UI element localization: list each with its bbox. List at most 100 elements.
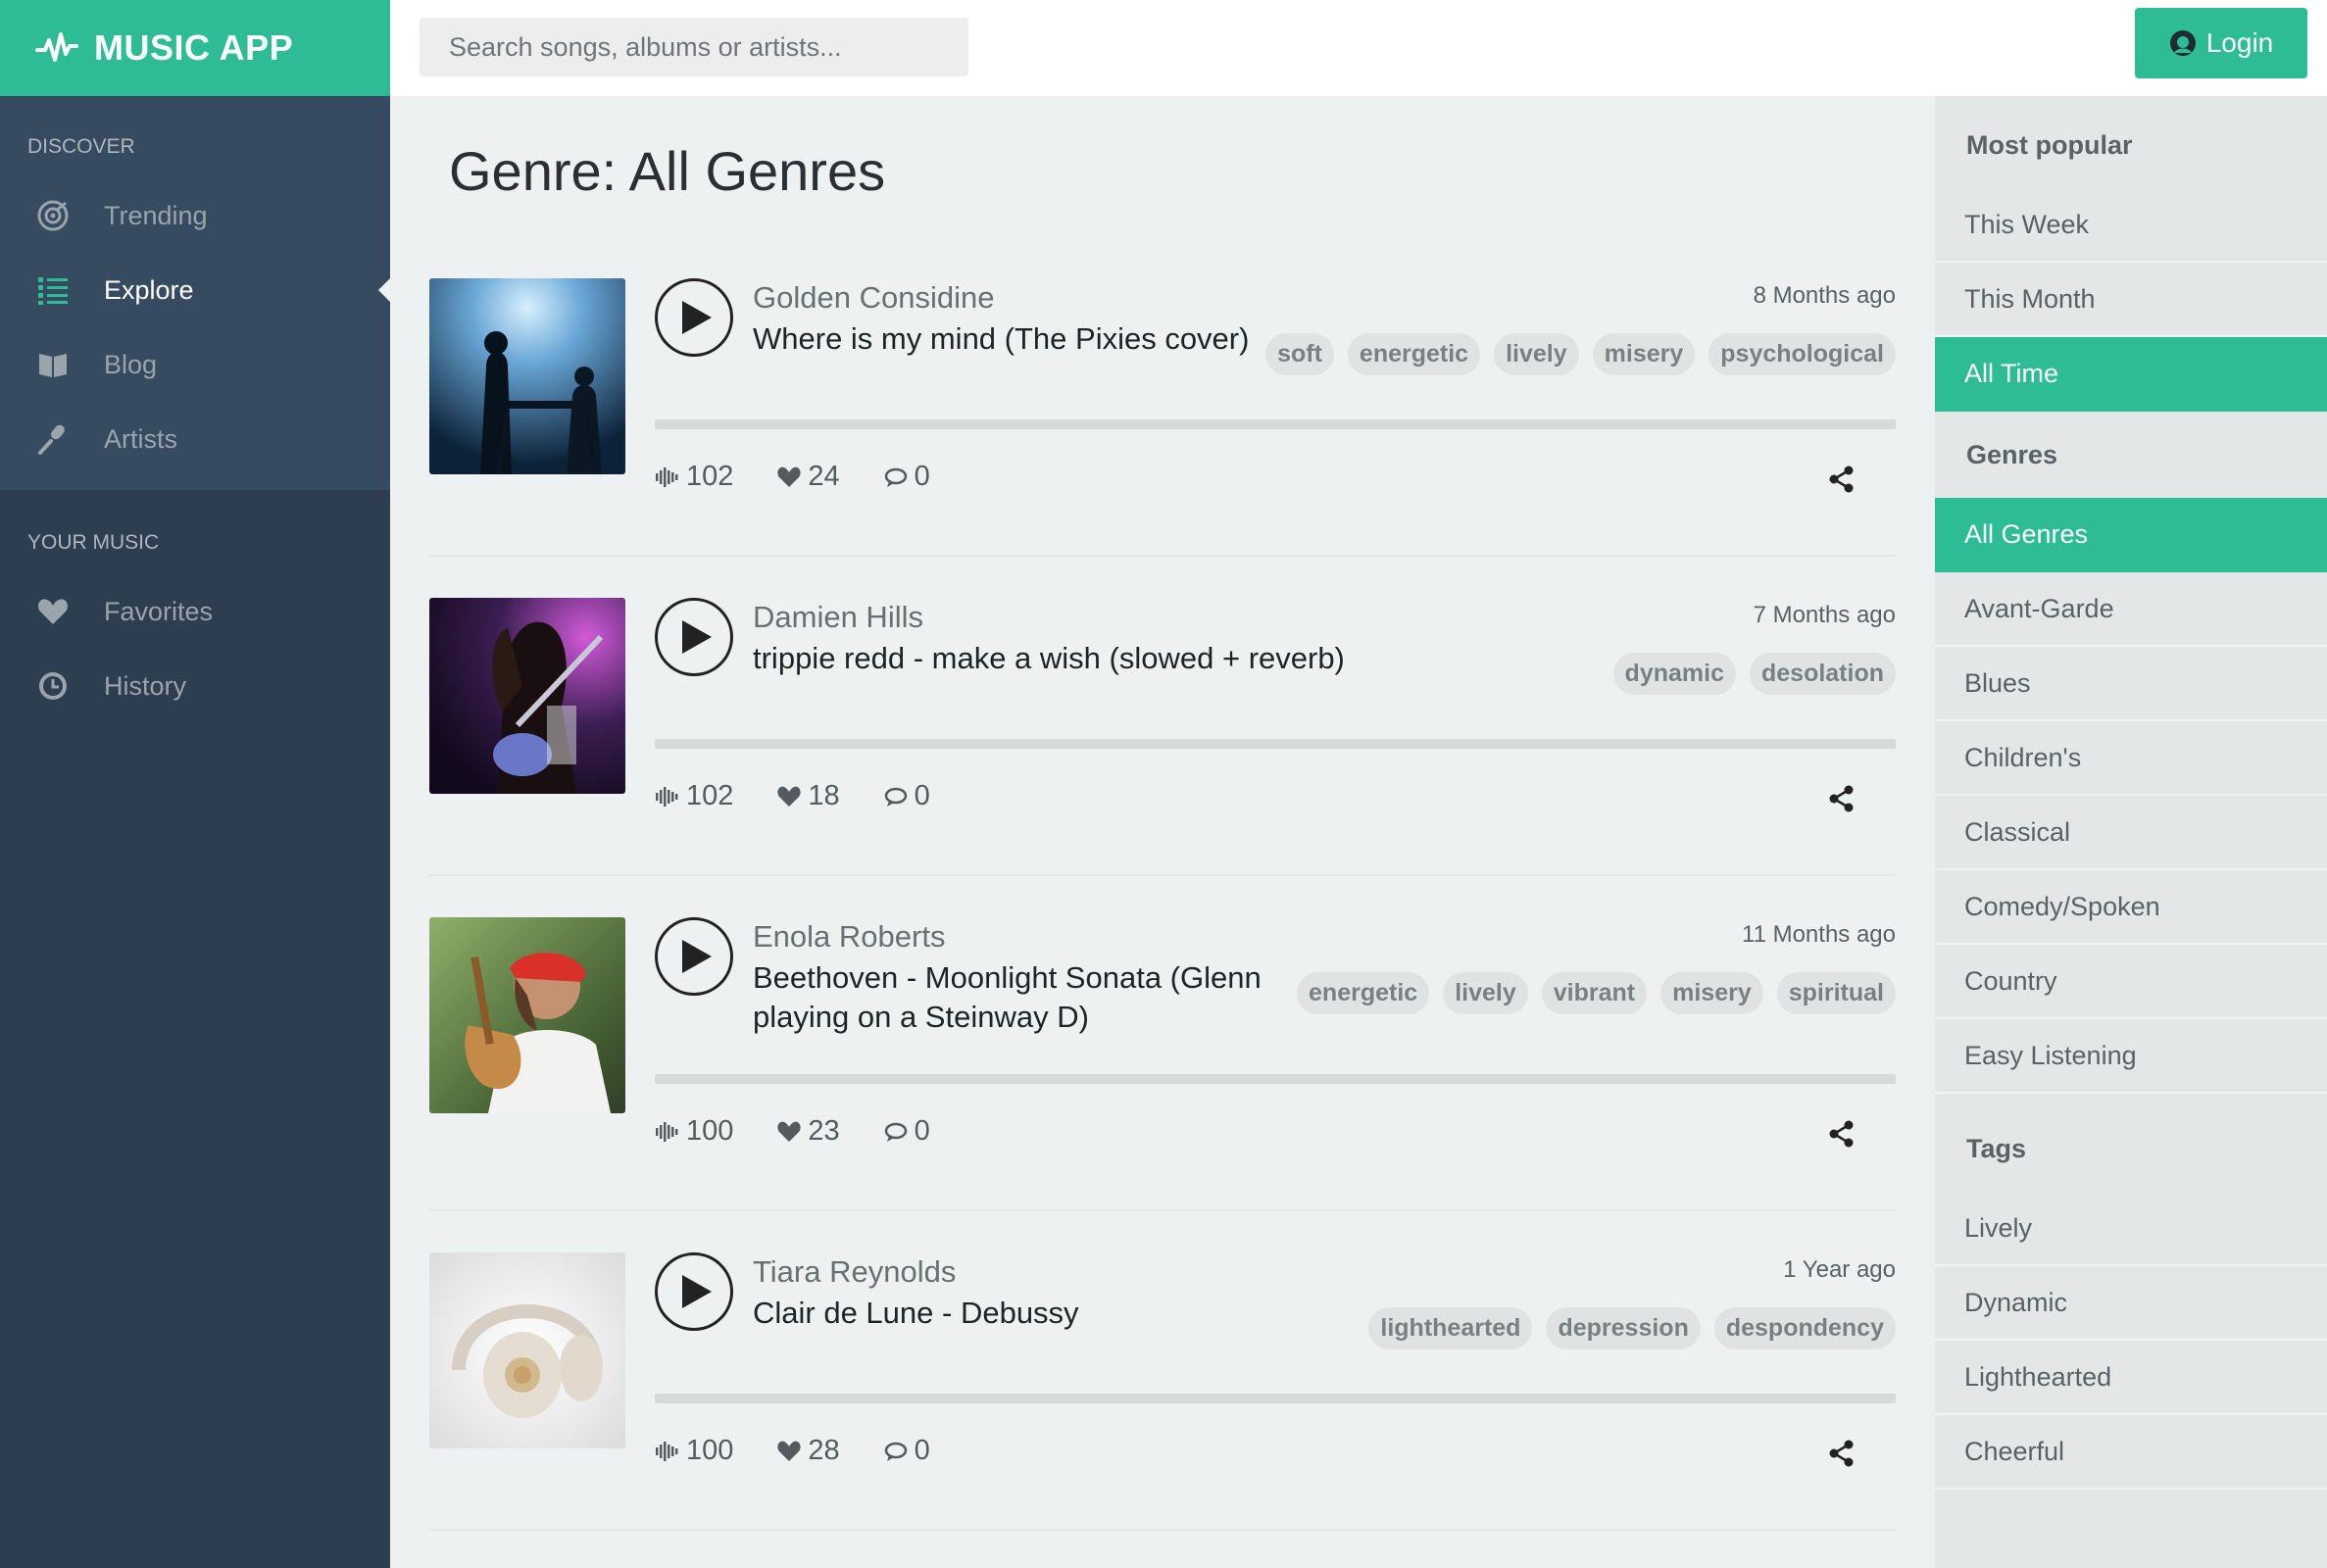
heart-icon <box>777 466 802 487</box>
app-title: MUSIC APP <box>94 27 294 68</box>
filter-all-time[interactable]: All Time <box>1935 337 2327 412</box>
track-artist[interactable]: Damien Hills <box>753 600 923 635</box>
nav-item-favorites[interactable]: Favorites <box>0 574 390 649</box>
track-title[interactable]: trippie redd - make a wish (slowed + rev… <box>753 639 1380 678</box>
main-content: Genre: All Genres Golden Considine Where… <box>390 96 1935 1568</box>
tag-chip[interactable]: psychological <box>1708 333 1896 375</box>
discover-label: DISCOVER <box>27 135 135 158</box>
likes-count: 18 <box>808 780 840 811</box>
play-button[interactable] <box>655 598 733 676</box>
nav-item-blog[interactable]: Blog <box>0 327 390 402</box>
album-cover[interactable] <box>429 598 625 794</box>
comment-icon <box>884 1442 907 1461</box>
playback-progress-bar[interactable] <box>655 419 1896 429</box>
tag-chip[interactable]: energetic <box>1297 972 1430 1014</box>
book-icon <box>35 347 71 382</box>
tag-filter-lighthearted[interactable]: Lighthearted <box>1935 1341 2327 1415</box>
likes-stat[interactable]: 18 <box>776 780 840 812</box>
share-icon[interactable] <box>1827 465 1857 494</box>
clock-icon <box>35 668 71 704</box>
share-icon[interactable] <box>1827 1439 1857 1468</box>
nav-label: Trending <box>104 200 208 230</box>
nav-label: History <box>104 670 187 701</box>
tag-chip[interactable]: lively <box>1443 972 1528 1014</box>
track-tags: dynamic desolation <box>1612 653 1896 695</box>
nav-item-artists[interactable]: Artists <box>0 402 390 476</box>
tag-chip[interactable]: desolation <box>1749 653 1896 695</box>
comments-stat[interactable]: 0 <box>883 461 930 493</box>
genre-childrens[interactable]: Children's <box>1935 721 2327 796</box>
search-input[interactable] <box>420 18 968 76</box>
share-icon[interactable] <box>1827 1119 1857 1149</box>
tag-chip[interactable]: depression <box>1546 1307 1701 1349</box>
nav-item-history[interactable]: History <box>0 649 390 723</box>
tag-chip[interactable]: misery <box>1660 972 1763 1014</box>
genre-comedy-spoken[interactable]: Comedy/Spoken <box>1935 870 2327 945</box>
album-cover[interactable] <box>429 917 625 1113</box>
plays-stat: 102 <box>655 780 733 812</box>
tag-filter-cheerful[interactable]: Cheerful <box>1935 1415 2327 1490</box>
genre-easy-listening[interactable]: Easy Listening <box>1935 1019 2327 1094</box>
nav-item-trending[interactable]: Trending <box>0 178 390 253</box>
track-title[interactable]: Where is my mind (The Pixies cover) <box>753 319 1282 359</box>
likes-stat[interactable]: 28 <box>776 1435 840 1467</box>
nav-label: Explore <box>104 274 194 305</box>
comment-icon <box>884 467 907 487</box>
comments-stat[interactable]: 0 <box>883 780 930 812</box>
tag-chip[interactable]: lighthearted <box>1368 1307 1533 1349</box>
share-icon[interactable] <box>1827 784 1857 813</box>
comments-stat[interactable]: 0 <box>883 1115 930 1148</box>
album-cover[interactable] <box>429 278 625 474</box>
tag-chip[interactable]: spiritual <box>1776 972 1896 1014</box>
login-button[interactable]: Login <box>2135 8 2307 78</box>
comment-icon <box>884 787 907 807</box>
track-stats: 100 28 0 <box>655 1435 973 1467</box>
track-artist[interactable]: Tiara Reynolds <box>753 1254 956 1290</box>
tag-filter-dynamic[interactable]: Dynamic <box>1935 1266 2327 1341</box>
likes-stat[interactable]: 24 <box>776 461 840 493</box>
user-avatar-icon <box>2169 30 2196 56</box>
track-artist[interactable]: Golden Considine <box>753 280 994 316</box>
track-date: 1 Year ago <box>1783 1256 1896 1283</box>
tag-chip[interactable]: vibrant <box>1541 972 1648 1014</box>
genre-blues[interactable]: Blues <box>1935 647 2327 721</box>
tag-filter-lively[interactable]: Lively <box>1935 1192 2327 1266</box>
track-title[interactable]: Beethoven - Moonlight Sonata (Glenn play… <box>753 958 1282 1037</box>
filter-this-week[interactable]: This Week <box>1935 188 2327 263</box>
track-date: 11 Months ago <box>1742 921 1896 948</box>
trending-icon <box>35 198 71 233</box>
track-artist[interactable]: Enola Roberts <box>753 919 945 955</box>
play-button[interactable] <box>655 917 733 996</box>
heart-icon <box>777 1121 802 1142</box>
comment-icon <box>884 1122 907 1142</box>
play-button[interactable] <box>655 278 733 357</box>
tag-chip[interactable]: lively <box>1494 333 1579 375</box>
tag-chip[interactable]: energetic <box>1347 333 1481 375</box>
track-stats: 102 18 0 <box>655 780 973 812</box>
comments-count: 0 <box>914 461 930 492</box>
track-title[interactable]: Clair de Lune - Debussy <box>753 1294 1282 1333</box>
filter-this-month[interactable]: This Month <box>1935 263 2327 337</box>
playback-progress-bar[interactable] <box>655 1074 1896 1084</box>
tag-chip[interactable]: despondency <box>1713 1307 1896 1349</box>
most-popular-heading: Most popular <box>1966 129 2133 160</box>
genre-country[interactable]: Country <box>1935 945 2327 1019</box>
album-cover[interactable] <box>429 1252 625 1448</box>
plays-stat: 100 <box>655 1435 733 1467</box>
playback-progress-bar[interactable] <box>655 1394 1896 1403</box>
genre-all-genres[interactable]: All Genres <box>1935 498 2327 572</box>
genre-avant-garde[interactable]: Avant-Garde <box>1935 572 2327 647</box>
heart-icon <box>777 786 802 807</box>
genre-classical[interactable]: Classical <box>1935 796 2327 870</box>
tag-chip[interactable]: dynamic <box>1612 653 1736 695</box>
playback-progress-bar[interactable] <box>655 739 1896 749</box>
likes-stat[interactable]: 23 <box>776 1115 840 1148</box>
play-button[interactable] <box>655 1252 733 1331</box>
your-music-label: YOUR MUSIC <box>27 531 160 554</box>
tag-chip[interactable]: misery <box>1592 333 1696 375</box>
app-brand[interactable]: MUSIC APP <box>0 0 390 96</box>
nav-item-explore[interactable]: Explore <box>0 253 390 327</box>
comments-stat[interactable]: 0 <box>883 1435 930 1467</box>
track-item: Damien Hills trippie redd - make a wish … <box>429 598 1896 892</box>
tag-chip[interactable]: soft <box>1265 333 1334 375</box>
